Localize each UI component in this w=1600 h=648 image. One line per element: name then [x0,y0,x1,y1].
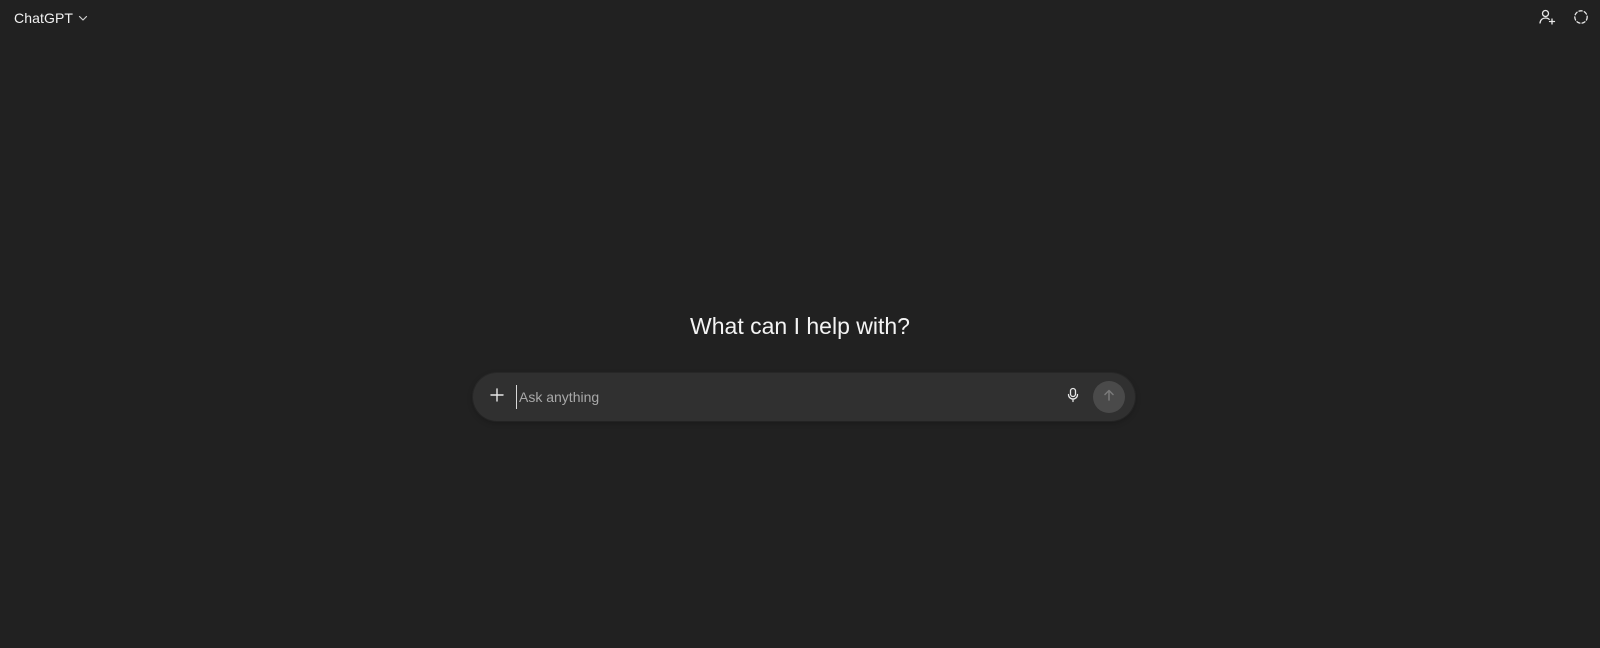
microphone-icon [1065,387,1081,408]
welcome-headline: What can I help with? [690,313,910,339]
add-attachment-button[interactable] [483,383,511,411]
prompt-composer [473,373,1135,421]
arrow-up-icon [1101,387,1117,408]
welcome-section: What can I help with? [0,310,1600,342]
model-label: ChatGPT [14,10,74,26]
plus-icon [489,387,505,408]
temporary-chat-icon [1572,8,1590,26]
top-actions [1534,4,1594,30]
send-button[interactable] [1093,381,1125,413]
model-switcher-button[interactable]: ChatGPT [8,6,95,30]
dictate-button[interactable] [1061,385,1085,409]
invite-people-button[interactable] [1534,4,1560,30]
add-people-icon [1538,8,1556,26]
prompt-input[interactable] [516,385,1019,409]
chat-page: ChatGPT What can I help with? Ask anythi… [0,0,1600,648]
top-bar: ChatGPT [0,0,1600,36]
chevron-down-icon [77,12,89,24]
temporary-chat-button[interactable] [1568,4,1594,30]
